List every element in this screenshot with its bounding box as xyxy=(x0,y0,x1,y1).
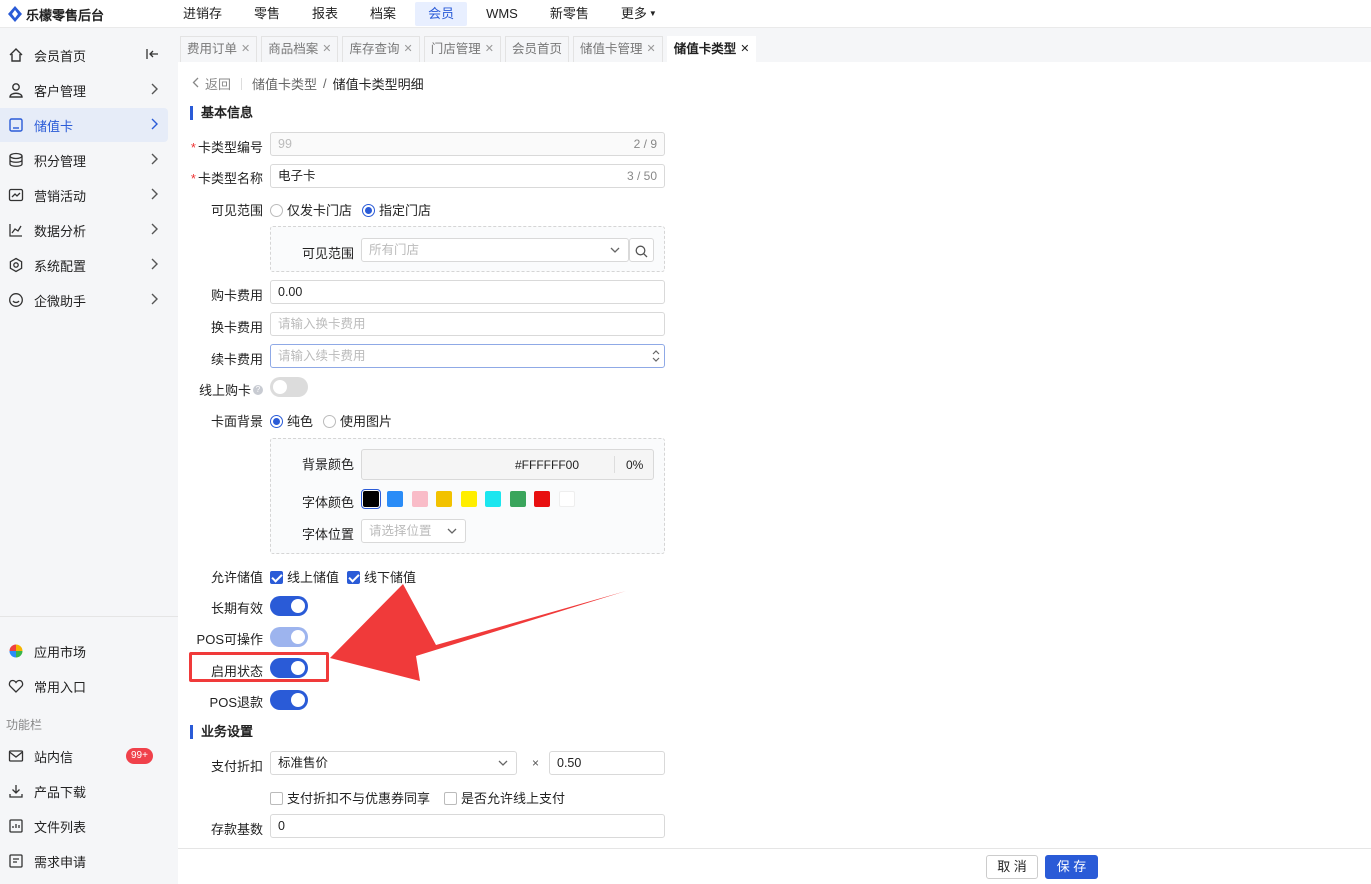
sidebar-item-inbox[interactable]: 站内信 99+ xyxy=(0,739,178,773)
topnav-wms[interactable]: WMS xyxy=(473,2,531,26)
close-icon[interactable]: ✕ xyxy=(485,37,494,62)
request-icon xyxy=(8,853,24,869)
sidebar-item-downloads[interactable]: 产品下载 xyxy=(0,774,178,808)
tab-label: 门店管理 xyxy=(430,42,481,56)
user-icon xyxy=(8,82,24,98)
topnav-archive[interactable]: 档案 xyxy=(357,2,409,26)
sidebar-item-campaign[interactable]: 营销活动 xyxy=(0,178,178,212)
annotation-arrow-icon xyxy=(330,584,626,681)
sidebar-divider xyxy=(0,616,178,617)
download-icon xyxy=(8,783,24,799)
heart-icon xyxy=(8,678,24,694)
sidebar-item-label: 站内信 xyxy=(34,749,74,765)
chat-icon xyxy=(8,292,24,308)
topnav-report[interactable]: 报表 xyxy=(299,2,351,26)
card-icon xyxy=(8,117,24,133)
chevron-right-icon xyxy=(150,83,158,98)
sidebar-item-customer[interactable]: 客户管理 xyxy=(0,73,178,107)
chevron-right-icon xyxy=(150,258,158,273)
sidebar-item-label: 产品下载 xyxy=(34,784,87,800)
sidebar-item-favorites[interactable]: 常用入口 xyxy=(0,669,178,703)
tab-expense-orders[interactable]: 费用订单 ✕ xyxy=(180,36,258,62)
chart-icon xyxy=(8,222,24,238)
sidebar-item-label: 积分管理 xyxy=(34,153,87,169)
mail-icon xyxy=(8,748,24,764)
topnav-member[interactable]: 会员 xyxy=(415,2,468,26)
tab-store-management[interactable]: 门店管理 ✕ xyxy=(423,36,501,62)
collapse-sidebar-icon[interactable] xyxy=(146,47,160,64)
coins-icon xyxy=(8,152,24,168)
tab-label: 库存查询 xyxy=(349,42,400,56)
file-list-icon xyxy=(8,818,24,834)
home-icon xyxy=(8,47,24,63)
close-icon[interactable]: ✕ xyxy=(322,37,331,62)
sidebar-item-app-market[interactable]: 应用市场 xyxy=(0,634,178,668)
sidebar-item-member-home[interactable]: 会员首页 xyxy=(0,38,178,72)
campaign-icon xyxy=(8,187,24,203)
sidebar: 会员首页 客户管理 储值卡 积分管理 营销活动 数据分析 系统配置 企微助手 应… xyxy=(0,28,178,884)
main-content: 返回 储值卡类型 / 储值卡类型明细 基本信息 * 卡类型编号 99 2 / 9 *… xyxy=(178,62,1371,848)
topnav-more[interactable]: 更多 ▼ xyxy=(608,2,670,26)
unread-badge: 99+ xyxy=(126,748,153,764)
sidebar-item-label: 储值卡 xyxy=(34,118,74,134)
chevron-right-icon xyxy=(150,118,158,133)
sidebar-item-points[interactable]: 积分管理 xyxy=(0,143,178,177)
chevron-right-icon xyxy=(150,188,158,203)
sidebar-item-label: 应用市场 xyxy=(34,644,87,660)
sidebar-item-wecom-assistant[interactable]: 企微助手 xyxy=(0,283,178,317)
sidebar-item-requests[interactable]: 需求申请 xyxy=(0,844,178,878)
sidebar-item-analytics[interactable]: 数据分析 xyxy=(0,213,178,247)
close-icon[interactable]: ✕ xyxy=(403,37,412,62)
sidebar-item-label: 文件列表 xyxy=(34,819,87,835)
sidebar-item-stored-card[interactable]: 储值卡 xyxy=(0,108,168,142)
tab-inventory-query[interactable]: 库存查询 ✕ xyxy=(342,36,420,62)
top-bar: 乐檬零售后台 进销存 零售 报表 档案 会员 WMS 新零售 更多 ▼ xyxy=(0,0,1371,28)
logo-icon xyxy=(8,6,22,22)
tab-label: 商品档案 xyxy=(268,42,319,56)
topnav-new-retail[interactable]: 新零售 xyxy=(537,2,602,26)
tab-stored-card-type[interactable]: 储值卡类型 ✕ xyxy=(666,36,757,62)
chevron-right-icon xyxy=(150,293,158,308)
sidebar-item-label: 会员首页 xyxy=(34,48,87,64)
close-icon[interactable]: ✕ xyxy=(241,37,250,62)
chevron-right-icon xyxy=(150,153,158,168)
toolbar-title: 功能栏 xyxy=(6,718,43,732)
topnav-retail[interactable]: 零售 xyxy=(241,2,293,26)
tab-label: 储值卡类型 xyxy=(673,42,737,56)
sidebar-item-label: 系统配置 xyxy=(34,258,87,274)
sidebar-item-file-list[interactable]: 文件列表 xyxy=(0,809,178,843)
sidebar-item-label: 需求申请 xyxy=(34,854,87,870)
sidebar-item-label: 常用入口 xyxy=(34,679,87,695)
top-nav: 进销存 零售 报表 档案 会员 WMS 新零售 更多 ▼ xyxy=(170,0,676,28)
chevron-right-icon xyxy=(150,223,158,238)
tab-product-archive[interactable]: 商品档案 ✕ xyxy=(261,36,339,62)
caret-down-icon: ▼ xyxy=(648,9,657,18)
action-footer: 取 消 保 存 xyxy=(178,848,1371,884)
app-market-icon xyxy=(8,643,24,659)
close-icon[interactable]: ✕ xyxy=(740,37,749,62)
save-button[interactable]: 保 存 xyxy=(1045,855,1098,879)
tab-member-home[interactable]: 会员首页 xyxy=(504,36,569,62)
tab-label: 储值卡管理 xyxy=(579,42,643,56)
sidebar-item-system-config[interactable]: 系统配置 xyxy=(0,248,178,282)
cancel-button[interactable]: 取 消 xyxy=(986,855,1038,879)
page-tabs: 费用订单 ✕ 商品档案 ✕ 库存查询 ✕ 门店管理 ✕ 会员首页 储值卡管理 ✕ 储值卡类… xyxy=(178,28,1371,62)
app-logo[interactable]: 乐檬零售后台 xyxy=(8,5,104,23)
tab-label: 费用订单 xyxy=(187,42,238,56)
settings-icon xyxy=(8,257,24,273)
app-title: 乐檬零售后台 xyxy=(26,7,105,23)
sidebar-item-label: 数据分析 xyxy=(34,223,87,239)
tab-stored-card-management[interactable]: 储值卡管理 ✕ xyxy=(572,36,663,62)
close-icon[interactable]: ✕ xyxy=(646,37,655,62)
tab-label: 会员首页 xyxy=(511,42,562,56)
sidebar-item-label: 营销活动 xyxy=(34,188,87,204)
topnav-jxc[interactable]: 进销存 xyxy=(170,2,235,26)
sidebar-item-label: 客户管理 xyxy=(34,83,87,99)
sidebar-item-label: 企微助手 xyxy=(34,293,87,309)
topnav-more-label: 更多 xyxy=(620,6,647,21)
